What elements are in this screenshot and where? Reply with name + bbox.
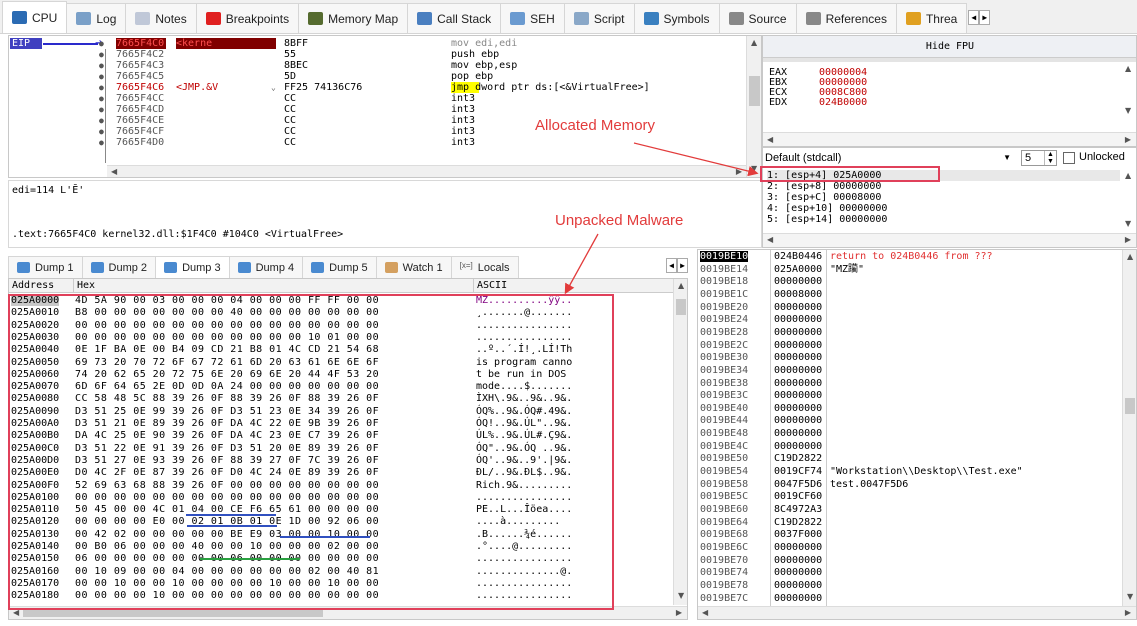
annotation-arrows: [564, 142, 759, 295]
unpacked-arrow: [564, 233, 599, 295]
allocated-arrow: [633, 142, 759, 177]
